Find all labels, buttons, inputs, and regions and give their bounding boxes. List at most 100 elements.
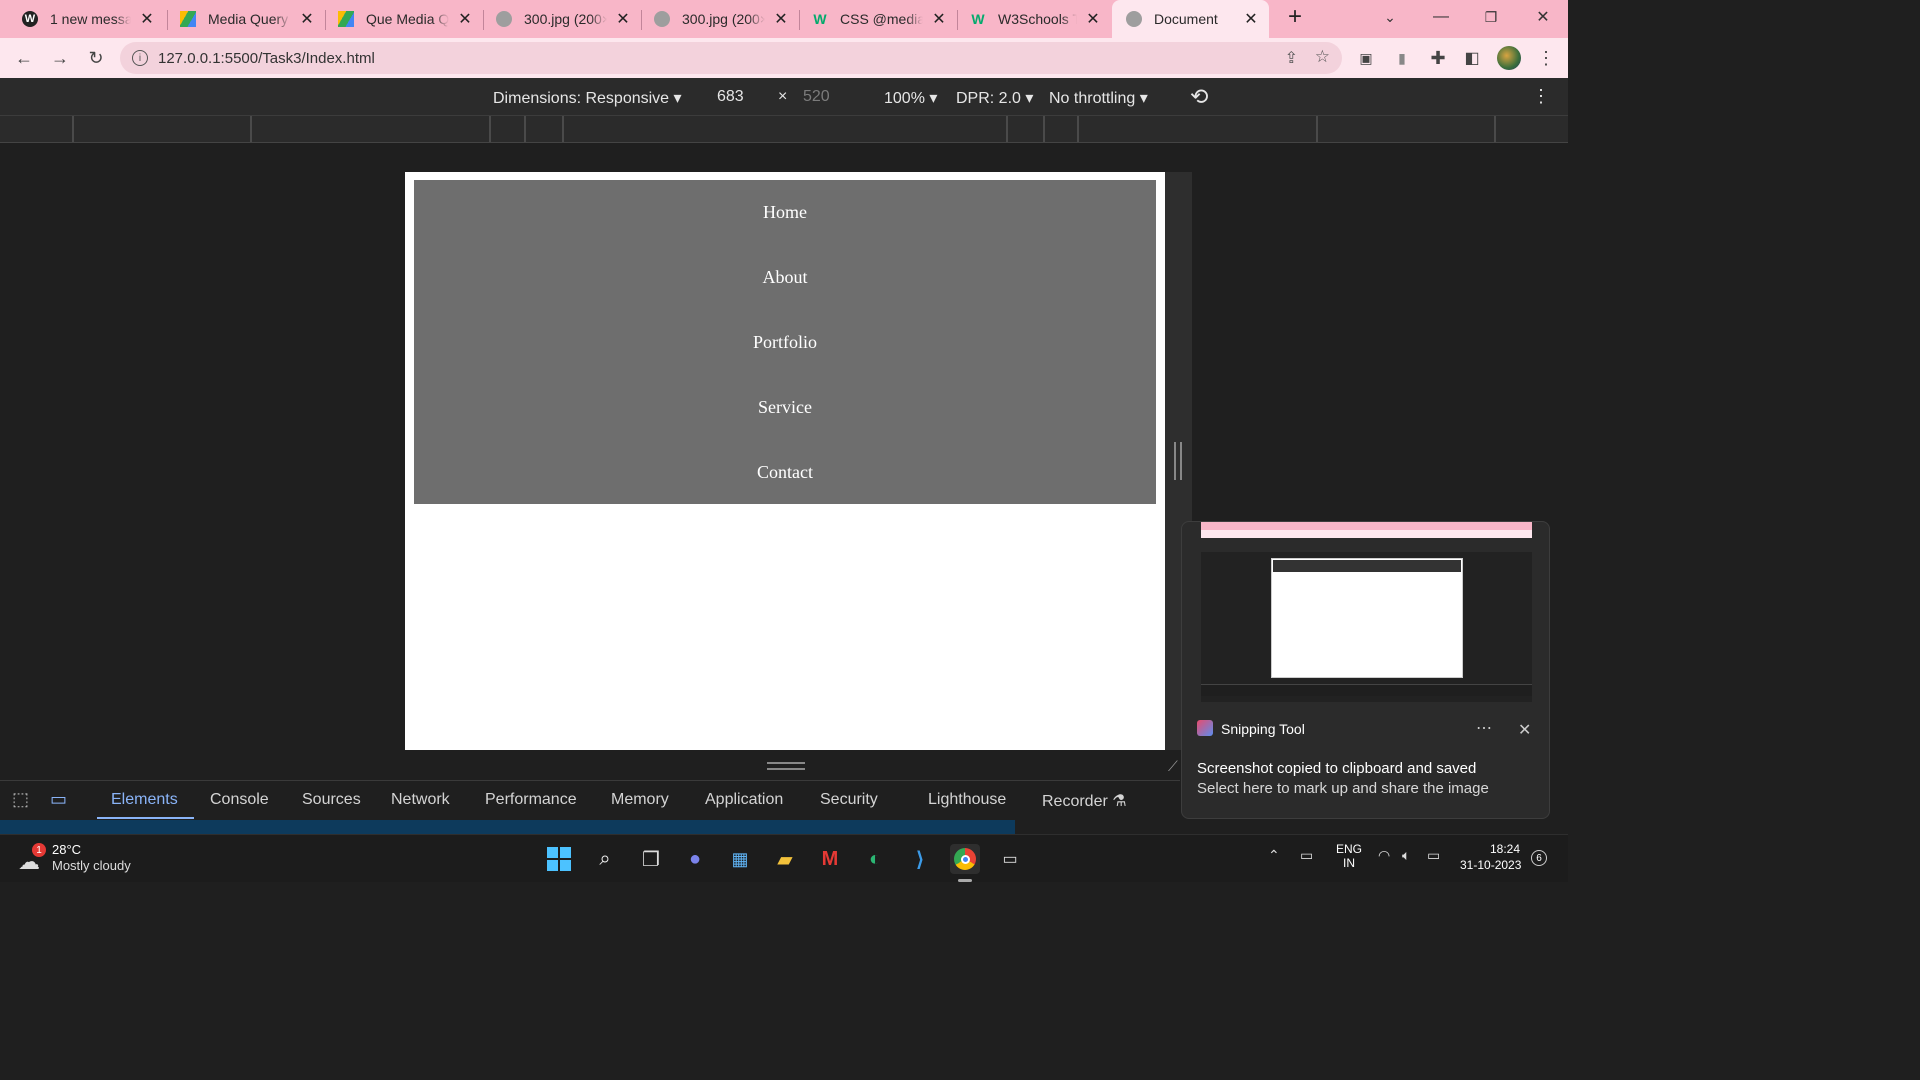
signal-icon[interactable]: ▮ (1388, 44, 1416, 72)
close-icon[interactable]: ✕ (1243, 9, 1259, 29)
more-icon[interactable]: ⋯ (1476, 718, 1492, 738)
task-view-icon[interactable]: ❐ (636, 844, 666, 874)
windows-taskbar: ☁ 1 28°C Mostly cloudy ⌕ ❐ ● ▦ ▰ M ◐ ⟩ ▭… (0, 834, 1568, 882)
tab-performance[interactable]: Performance (485, 791, 577, 809)
throttling-dropdown[interactable]: No throttling ▾ (1049, 88, 1148, 108)
media-query-ruler[interactable] (0, 116, 1568, 143)
chat-icon[interactable]: ● (680, 844, 710, 874)
clock[interactable]: 18:24 (1490, 842, 1520, 856)
tab-item[interactable]: Que Media Query ✕ (326, 0, 483, 38)
back-icon[interactable]: ← (10, 44, 38, 72)
nav-link-portfolio[interactable]: Portfolio (414, 332, 1156, 353)
resize-handle-right[interactable] (1174, 442, 1182, 480)
tab-title: 1 new message (50, 11, 131, 27)
chrome-icon[interactable] (950, 844, 980, 874)
restore-icon[interactable]: ❐ (1468, 0, 1514, 34)
close-icon[interactable]: ✕ (931, 9, 947, 29)
info-icon[interactable]: i (132, 50, 148, 66)
close-window-icon[interactable]: ✕ (1520, 0, 1566, 34)
inspect-element-icon[interactable]: ⬚ (12, 789, 29, 810)
minimize-icon[interactable]: — (1418, 0, 1464, 34)
screenshot-thumbnail[interactable] (1201, 522, 1532, 702)
active-app-indicator (958, 879, 972, 882)
tab-search-icon[interactable]: ⌄ (1367, 0, 1413, 34)
store-icon[interactable]: ▦ (725, 844, 755, 874)
close-icon[interactable]: ✕ (139, 9, 155, 29)
tab-sources[interactable]: Sources (302, 791, 361, 809)
share-icon[interactable]: ⇪ (1285, 48, 1298, 68)
dpr-dropdown[interactable]: DPR: 2.0 ▾ (956, 88, 1033, 108)
mcafee-icon[interactable]: M (815, 844, 845, 874)
new-tab-button[interactable]: + (1272, 0, 1318, 34)
tab-security[interactable]: Security (820, 791, 878, 809)
date[interactable]: 31-10-2023 (1460, 858, 1521, 872)
close-icon[interactable]: ✕ (1518, 720, 1531, 740)
tab-recorder[interactable]: Recorder ⚗ (1042, 791, 1127, 811)
avatar[interactable] (1495, 44, 1523, 72)
tray-overflow-icon[interactable]: ⌃ (1268, 847, 1280, 864)
tab-item[interactable]: W CSS @media ✕ (800, 0, 957, 38)
close-icon[interactable]: ✕ (457, 9, 473, 29)
tab-item[interactable]: W W3Schools Tryit ✕ (958, 0, 1111, 38)
side-panel-icon[interactable]: ◧ (1458, 44, 1486, 72)
terminal-icon[interactable]: ▭ (995, 844, 1025, 874)
toast-app-name: Snipping Tool (1221, 721, 1305, 737)
tab-title: Media Query (208, 11, 289, 27)
bookmark-star-icon[interactable]: ☆ (1315, 47, 1330, 67)
zoom-dropdown[interactable]: 100% ▾ (884, 88, 937, 108)
tab-network[interactable]: Network (391, 791, 450, 809)
toast-title: Screenshot copied to clipboard and saved (1197, 760, 1477, 777)
reload-icon[interactable]: ↻ (82, 44, 110, 72)
edge-icon[interactable]: ◐ (860, 844, 890, 874)
nav-link-home[interactable]: Home (414, 202, 1156, 223)
search-icon[interactable]: ⌕ (590, 844, 620, 874)
nav-link-about[interactable]: About (414, 267, 1156, 288)
pen-menu-icon[interactable]: ▭ (1300, 847, 1313, 864)
close-icon[interactable]: ✕ (299, 9, 315, 29)
tab-item[interactable]: W 1 new message ✕ (0, 0, 165, 38)
tab-memory[interactable]: Memory (611, 791, 669, 809)
notification-count-badge[interactable]: 6 (1531, 850, 1547, 866)
weather-desc[interactable]: Mostly cloudy (52, 858, 131, 873)
tab-item-active[interactable]: Document ✕ (1112, 0, 1269, 38)
extensions-icon[interactable]: ✚ (1424, 44, 1452, 72)
menu-icon[interactable]: ⋮ (1532, 44, 1560, 72)
height-input[interactable]: 520 (803, 88, 830, 106)
more-options-icon[interactable]: ⋮ (1532, 86, 1550, 107)
width-input[interactable]: 683 (717, 88, 744, 106)
tab-strip: W 1 new message ✕ Media Query ✕ Que Medi… (0, 0, 1568, 38)
address-text[interactable]: 127.0.0.1:5500/Task3/Index.html (158, 50, 375, 67)
wifi-icon[interactable]: ◠ (1378, 847, 1390, 864)
close-icon[interactable]: ✕ (773, 9, 789, 29)
forward-icon[interactable]: → (46, 44, 74, 72)
volume-icon[interactable]: 🔈︎ (1402, 847, 1410, 864)
battery-icon[interactable]: ▭ (1427, 847, 1440, 864)
globe-icon (654, 11, 670, 27)
tab-lighthouse[interactable]: Lighthouse (928, 791, 1006, 809)
file-explorer-icon[interactable]: ▰ (770, 844, 800, 874)
nav-link-service[interactable]: Service (414, 397, 1156, 418)
active-tab-indicator (97, 817, 194, 819)
resize-handle-bottom[interactable] (767, 762, 805, 770)
tab-item[interactable]: Media Query ✕ (168, 0, 325, 38)
dimensions-dropdown[interactable]: Dimensions: Responsive ▾ (493, 88, 682, 108)
resize-corner-icon[interactable]: ⟋ (1168, 758, 1178, 775)
close-icon[interactable]: ✕ (615, 9, 631, 29)
language-indicator[interactable]: ENG IN (1336, 842, 1362, 870)
weather-widget[interactable]: ☁ 1 (18, 843, 46, 874)
vscode-icon[interactable]: ⟩ (905, 844, 935, 874)
tab-application[interactable]: Application (705, 791, 783, 809)
weather-temp[interactable]: 28°C (52, 842, 81, 857)
windows-start-icon[interactable] (544, 844, 574, 874)
close-icon[interactable]: ✕ (1085, 9, 1101, 29)
tab-item[interactable]: 300.jpg (200×200) ✕ (642, 0, 799, 38)
snipping-tool-notification[interactable]: Snipping Tool ⋯ ✕ Screenshot copied to c… (1181, 521, 1550, 819)
tab-item[interactable]: 300.jpg (200×200) ✕ (484, 0, 641, 38)
rotate-icon[interactable]: ⟲ (1190, 84, 1208, 110)
address-bar[interactable]: i 127.0.0.1:5500/Task3/Index.html ⇪ ☆ (120, 42, 1342, 74)
nav-link-contact[interactable]: Contact (414, 462, 1156, 483)
picture-in-picture-icon[interactable]: ▣ (1352, 44, 1380, 72)
tab-console[interactable]: Console (210, 791, 269, 809)
tab-elements[interactable]: Elements (111, 791, 178, 809)
device-toggle-icon[interactable]: ▭ (50, 789, 67, 810)
